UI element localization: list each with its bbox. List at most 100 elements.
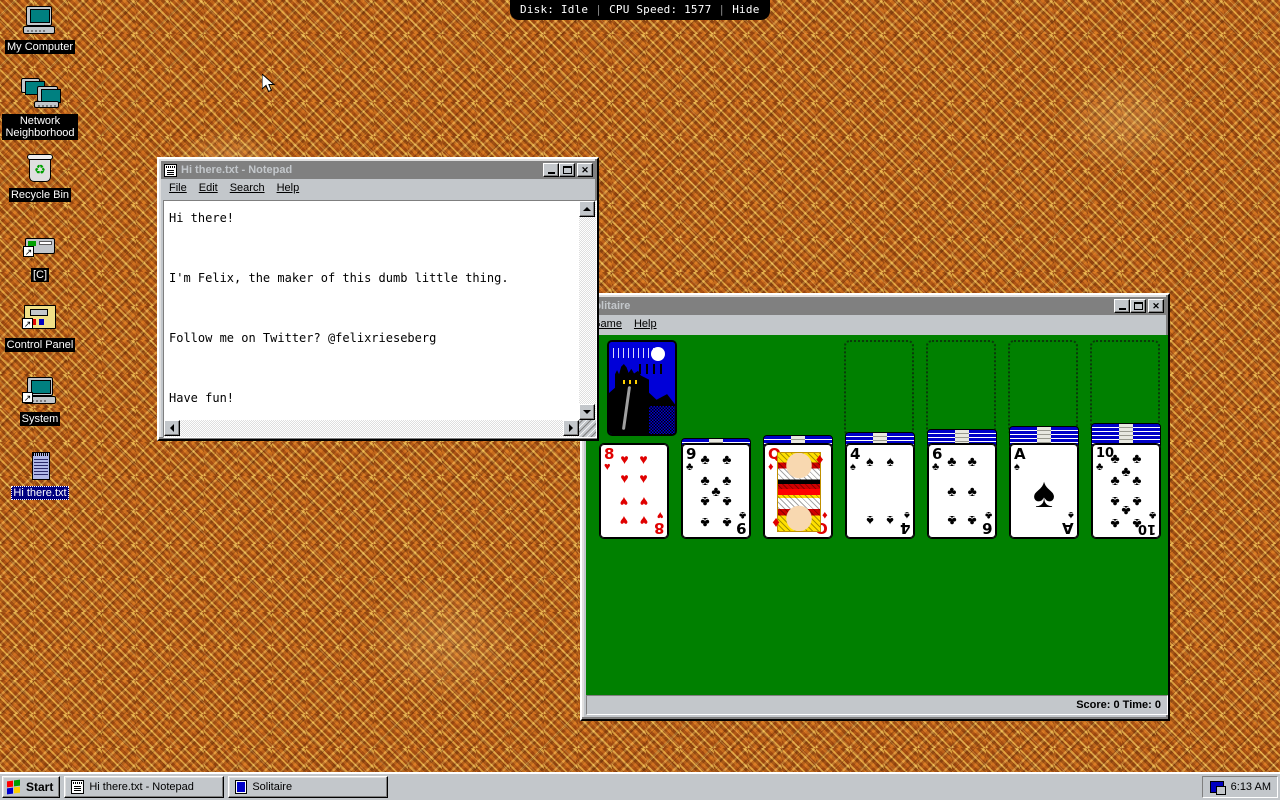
text-document-icon — [20, 450, 60, 484]
card-6-of-clubs[interactable]: 6 ♣ 6 ♣ ♣ ♣ ♣ ♣ ♣ ♣ — [927, 443, 997, 539]
menu-item-help-label: Help — [276, 182, 300, 194]
recycle-bin-icon: ♻ — [20, 152, 60, 186]
status-separator-1: | — [595, 3, 603, 16]
notepad-text-area-container[interactable]: Hi there! I'm Felix, the maker of this d… — [163, 200, 597, 438]
desktop-icon-system[interactable]: ↗ System — [2, 376, 78, 426]
desktop-icon-label: Network Neighborhood — [2, 114, 78, 140]
notepad-text-content[interactable]: Hi there! I'm Felix, the maker of this d… — [164, 201, 579, 420]
emulator-status-bar: Disk: Idle | CPU Speed: 1577 | Hide — [510, 0, 770, 20]
notepad-minimize-button[interactable] — [543, 163, 559, 177]
menu-item-help[interactable]: Help — [628, 317, 663, 331]
card-queen-of-diamonds[interactable]: Q ♦ Q ♦ ♦ ♦ — [763, 443, 833, 539]
taskbar-item-label: Solitaire — [252, 781, 293, 793]
menu-item-help-label: Help — [633, 318, 657, 330]
taskbar[interactable]: Start Hi there.txt - Notepad Solitaire 6… — [0, 772, 1280, 800]
card-ace-of-spades[interactable]: A ♠ A ♠ ♠ — [1009, 443, 1079, 539]
desktop-icon-label: My Computer — [4, 40, 76, 54]
notepad-menubar: File Edit Search Help — [159, 179, 597, 198]
hide-status-bar-button[interactable]: Hide — [732, 3, 759, 16]
desktop-icon-label: Recycle Bin — [8, 188, 72, 202]
menu-item-search-label: Search — [229, 182, 265, 194]
desktop-icon-label: Hi there.txt — [11, 486, 69, 500]
system-icon: ↗ — [20, 376, 60, 410]
card-back-castle-art — [609, 342, 675, 434]
notepad-titlebar[interactable]: Hi there.txt - Notepad ✕ — [161, 161, 595, 179]
status-separator-2: | — [718, 3, 726, 16]
card-suit-br: ♦ — [822, 509, 828, 521]
tableau-1[interactable]: 8 ♥ 8 ♥ ♥ ♥ ♥ ♥ ♥ ♥ ♥ ♥ — [599, 443, 669, 539]
notepad-maximize-button[interactable] — [559, 163, 575, 177]
system-tray[interactable]: 6:13 AM — [1201, 776, 1278, 798]
desktop-icon-label: Control Panel — [4, 338, 76, 352]
solitaire-minimize-button[interactable] — [1114, 299, 1130, 313]
card-suit-tl: ♦ — [768, 461, 774, 473]
card-suit-br: ♠ — [1068, 509, 1074, 521]
solitaire-titlebar[interactable]: Solitaire ✕ — [584, 297, 1166, 315]
notepad-close-button[interactable]: ✕ — [577, 163, 593, 177]
desktop-icon-control-panel[interactable]: ↗ Control Panel — [2, 302, 78, 352]
notepad-vertical-scrollbar[interactable] — [579, 201, 596, 420]
solitaire-maximize-button[interactable] — [1130, 299, 1146, 313]
waste-pile[interactable] — [689, 340, 759, 436]
desktop-icon-my-computer[interactable]: My Computer — [2, 4, 78, 54]
taskbar-clock[interactable]: 6:13 AM — [1231, 781, 1271, 793]
solitaire-window[interactable]: Solitaire ✕ Game Help 8 ♥ 8 ♥ ♥ ♥ ♥ ♥ ♥ … — [580, 293, 1170, 721]
start-button-label: Start — [26, 780, 54, 794]
solitaire-title-text: Solitaire — [587, 300, 631, 312]
solitaire-status-bar: Score: 0 Time: 0 — [586, 695, 1168, 715]
control-panel-icon: ↗ — [20, 302, 60, 336]
notepad-horizontal-scrollbar[interactable] — [164, 420, 579, 437]
cpu-speed-status: CPU Speed: 1577 — [609, 3, 712, 16]
notepad-window[interactable]: Hi there.txt - Notepad ✕ File Edit Searc… — [157, 157, 599, 441]
card-pips: ♣ ♣ ♣ ♣ ♣ ♣ ♣ ♣ ♣ — [700, 451, 732, 531]
scroll-down-button[interactable] — [579, 404, 595, 420]
scroll-right-button[interactable] — [563, 420, 579, 436]
card-pips: ♥ ♥ ♥ ♥ ♥ ♥ ♥ ♥ — [620, 451, 648, 530]
foundation-3[interactable] — [1008, 340, 1078, 436]
desktop-icon-drive-c[interactable]: ↗ [C] — [2, 232, 78, 282]
card-pips: ♣ ♣ ♣ ♣ ♣ ♣ — [947, 452, 977, 530]
start-button[interactable]: Start — [2, 776, 61, 798]
stock-pile[interactable] — [607, 340, 677, 436]
desktop-icon-label: [C] — [30, 268, 50, 282]
scroll-up-button[interactable] — [579, 201, 595, 217]
network-neighborhood-icon — [20, 78, 61, 112]
notepad-window-icon — [164, 163, 177, 177]
desktop-icon-network-neighborhood[interactable]: Network Neighborhood — [2, 78, 78, 140]
queen-portrait-art — [777, 452, 821, 532]
card-suit-tl: ♠ — [1014, 461, 1020, 473]
solitaire-icon — [235, 780, 248, 794]
display-settings-icon[interactable] — [1209, 780, 1226, 795]
notepad-icon — [71, 780, 85, 794]
menu-item-edit[interactable]: Edit — [193, 181, 224, 195]
menu-item-file[interactable]: File — [163, 181, 193, 195]
scrollbar-corner-grip — [579, 420, 596, 437]
solitaire-close-button[interactable]: ✕ — [1148, 299, 1164, 313]
desktop-icon-recycle-bin[interactable]: ♻ Recycle Bin — [2, 152, 78, 202]
foundation-4[interactable] — [1090, 340, 1160, 436]
solitaire-playfield[interactable]: 8 ♥ 8 ♥ ♥ ♥ ♥ ♥ ♥ ♥ ♥ ♥ 9 ♣ 9 ♣ ♣ ♣ ♣ ♣ … — [586, 335, 1168, 697]
solitaire-window-buttons: ✕ — [1114, 299, 1164, 313]
windows-logo-icon — [7, 779, 22, 795]
card-8-of-hearts[interactable]: 8 ♥ 8 ♥ ♥ ♥ ♥ ♥ ♥ ♥ ♥ ♥ — [599, 443, 669, 539]
solitaire-menubar: Game Help — [582, 315, 1168, 334]
score-time-text: Score: 0 Time: 0 — [1076, 699, 1161, 711]
drive-shortcut-icon: ↗ — [20, 232, 60, 266]
foundation-2[interactable] — [926, 340, 996, 436]
disk-status: Disk: Idle — [520, 3, 589, 16]
notepad-title-text: Hi there.txt - Notepad — [181, 164, 293, 176]
menu-item-file-label: File — [169, 182, 187, 194]
taskbar-item-solitaire[interactable]: Solitaire — [228, 776, 389, 798]
foundation-1[interactable] — [844, 340, 914, 436]
card-10-of-clubs[interactable]: 10 ♣ 10 ♣ ♣ ♣ ♣ ♣ ♣ ♣ ♣ ♣ ♣ ♣ — [1091, 443, 1161, 539]
desktop-icon-label: System — [19, 412, 61, 426]
taskbar-item-notepad[interactable]: Hi there.txt - Notepad — [64, 776, 225, 798]
desktop-icon-hi-there-txt[interactable]: Hi there.txt — [2, 450, 78, 500]
card-4-of-spades[interactable]: 4 ♠ 4 ♠ ♠ ♠ ♠ ♠ — [845, 443, 915, 539]
scroll-left-button[interactable] — [164, 420, 180, 436]
card-9-of-clubs[interactable]: 9 ♣ 9 ♣ ♣ ♣ ♣ ♣ ♣ ♣ ♣ ♣ ♣ — [681, 443, 751, 539]
menu-item-help[interactable]: Help — [271, 181, 306, 195]
menu-item-search[interactable]: Search — [224, 181, 271, 195]
my-computer-icon — [20, 4, 60, 38]
card-rank-br: A — [1062, 519, 1074, 537]
